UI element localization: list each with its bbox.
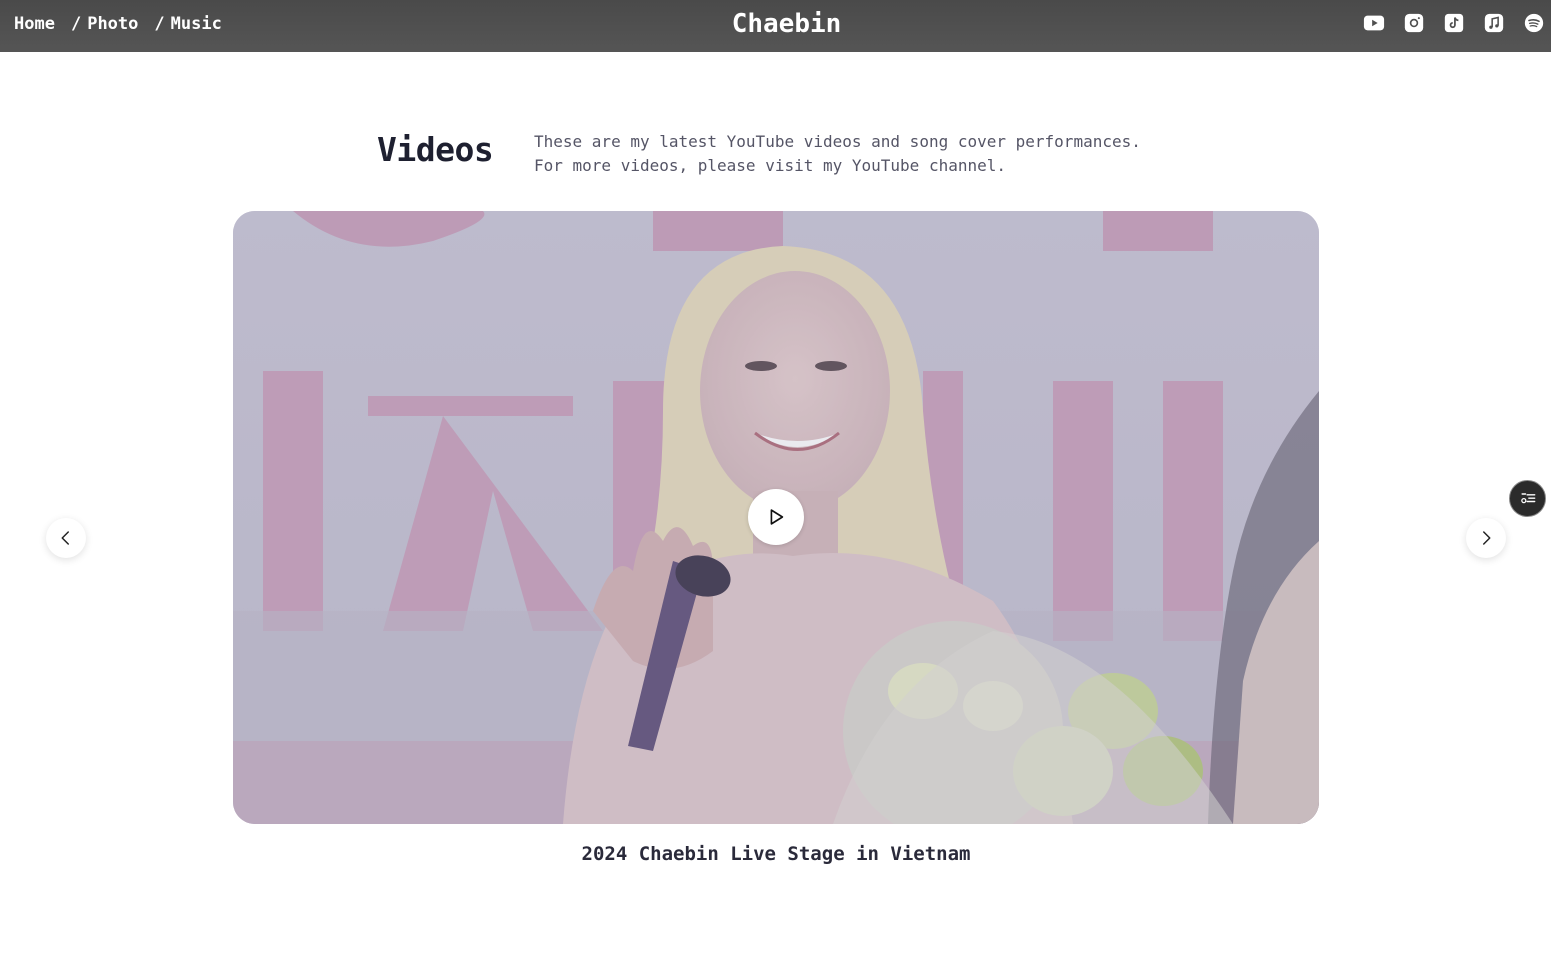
nav-separator: / xyxy=(70,14,82,34)
nav-photo-link[interactable]: Photo xyxy=(87,14,138,34)
chevron-right-icon xyxy=(1483,531,1491,545)
list-settings-icon xyxy=(1520,492,1535,503)
breadcrumb-nav: Home / Photo / Music xyxy=(14,0,222,48)
carousel-prev-button[interactable] xyxy=(46,518,86,558)
chevron-left-icon xyxy=(61,531,69,545)
play-icon xyxy=(770,509,784,525)
play-button[interactable] xyxy=(748,489,804,545)
videos-title: Videos xyxy=(377,130,494,169)
brand-container: Chaebin xyxy=(0,0,1551,48)
nav-music-link[interactable]: Music xyxy=(171,14,222,34)
apple-music-icon[interactable] xyxy=(1483,12,1505,34)
video-caption: 2024 Chaebin Live Stage in Vietnam xyxy=(581,843,971,865)
instagram-icon[interactable] xyxy=(1403,12,1425,34)
site-title[interactable]: Chaebin xyxy=(710,9,842,39)
videos-description-line1: These are my latest YouTube videos and s… xyxy=(534,132,1141,151)
nav-home-link[interactable]: Home xyxy=(14,14,55,34)
top-navigation-bar: Home / Photo / Music Chaebin xyxy=(0,0,1551,52)
youtube-icon[interactable] xyxy=(1363,12,1385,34)
carousel-next-button[interactable] xyxy=(1466,518,1506,558)
spotify-icon[interactable] xyxy=(1523,12,1545,34)
social-links xyxy=(1363,12,1545,34)
nav-separator: / xyxy=(154,14,165,34)
floating-menu-button[interactable] xyxy=(1509,480,1546,517)
tiktok-icon[interactable] xyxy=(1443,12,1465,34)
videos-description-line2: For more videos, please visit my YouTube… xyxy=(534,156,1007,175)
videos-header: Videos These are my latest YouTube video… xyxy=(377,130,1177,180)
video-thumbnail[interactable] xyxy=(233,211,1319,824)
videos-description: These are my latest YouTube videos and s… xyxy=(534,130,1141,178)
